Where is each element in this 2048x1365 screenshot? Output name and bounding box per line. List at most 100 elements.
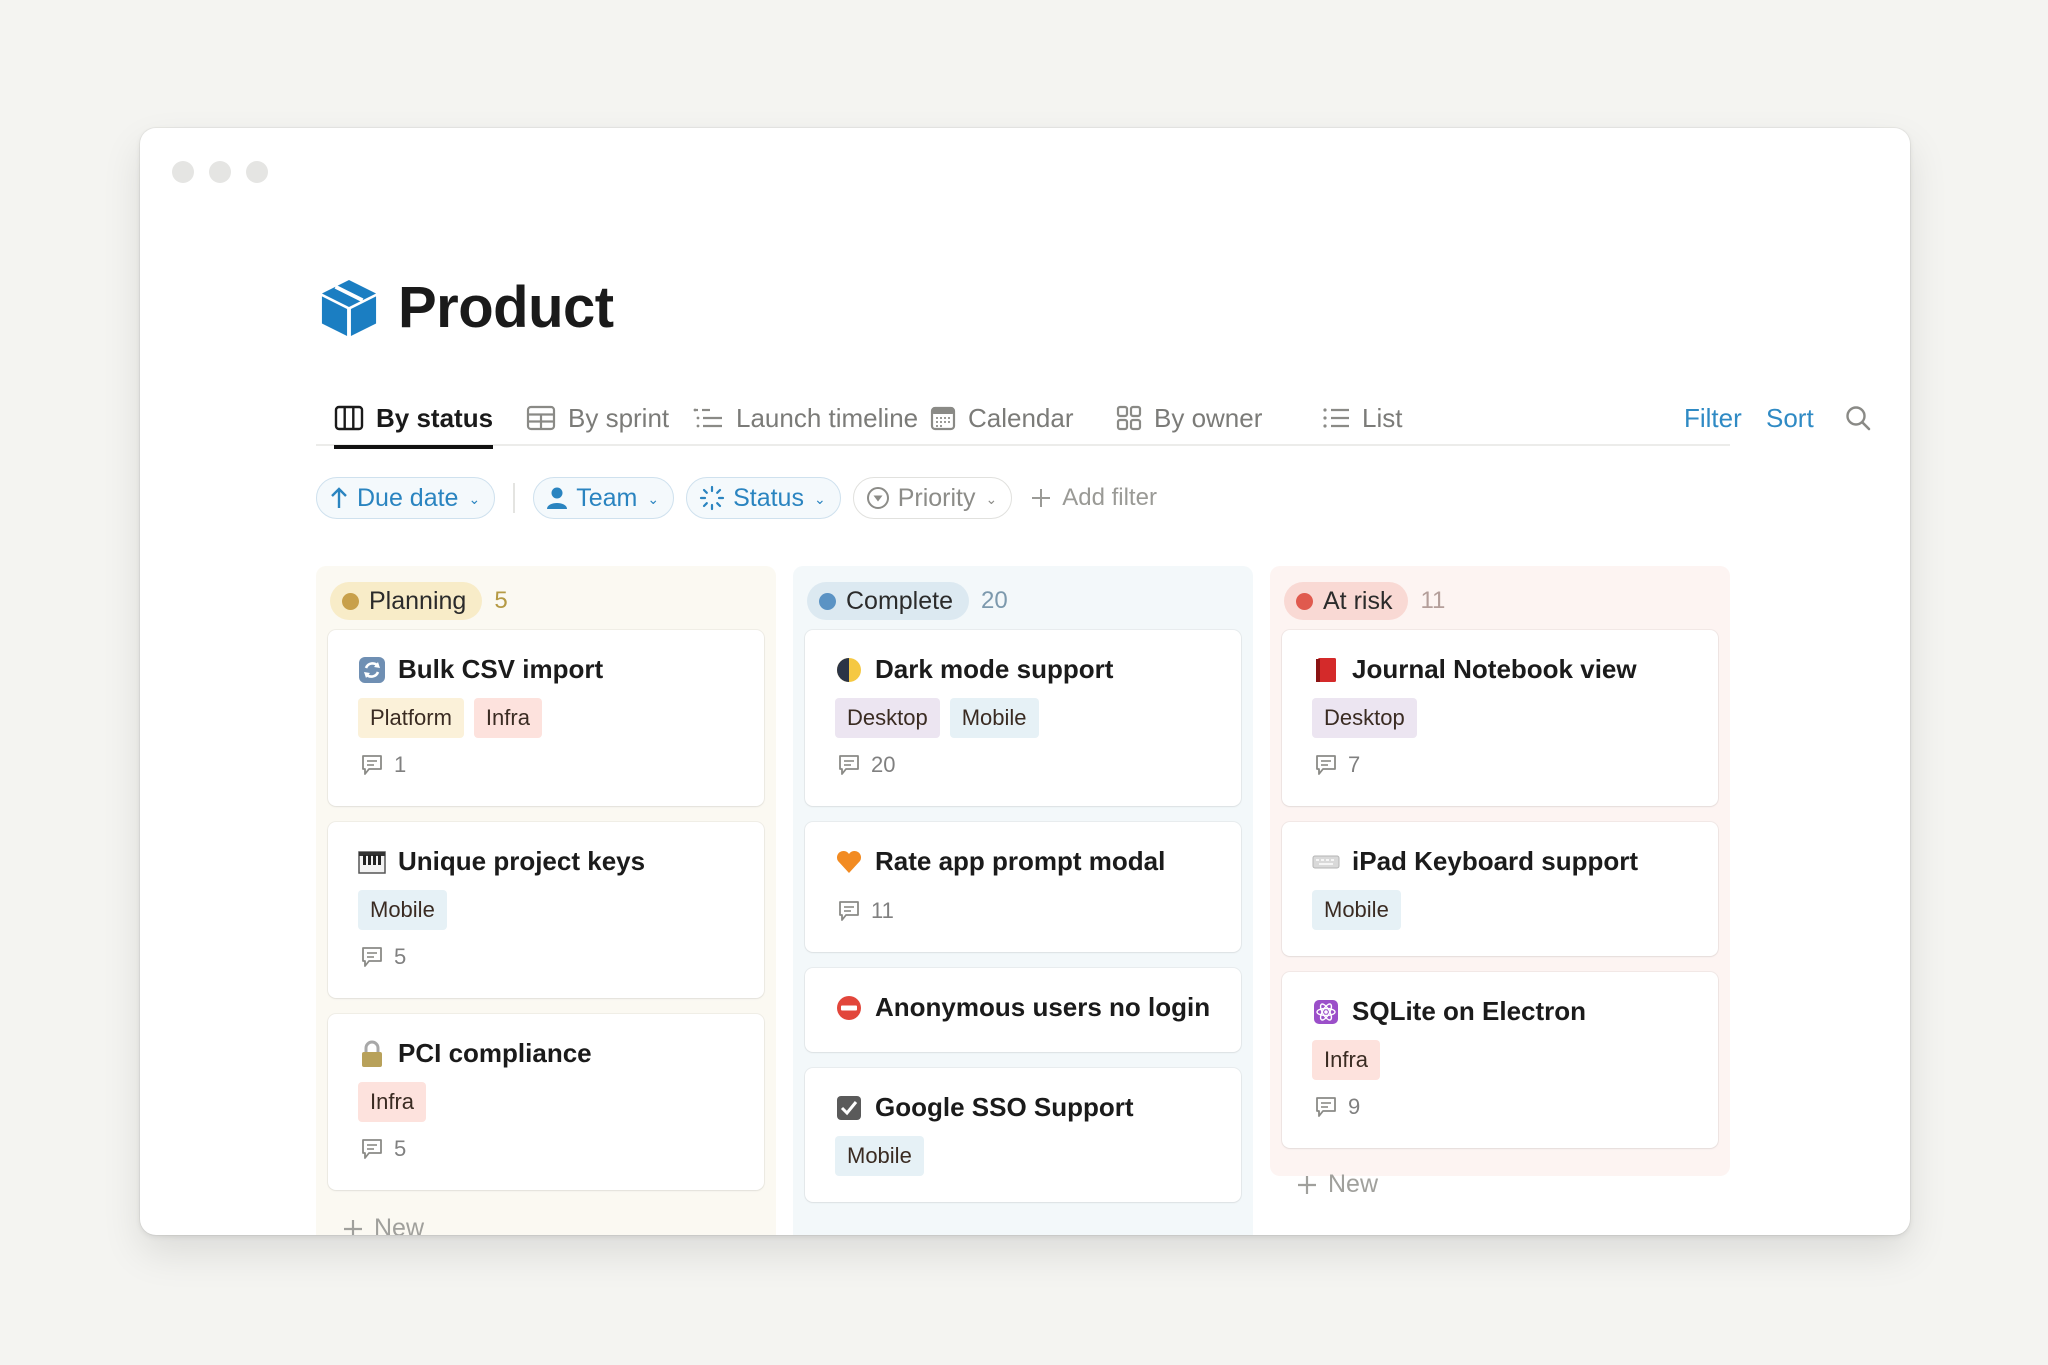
comment-count-value: 5 bbox=[394, 1136, 407, 1161]
comment-icon bbox=[362, 947, 382, 967]
card-dark-mode-support[interactable]: Dark mode support Desktop Mobile 20 bbox=[805, 630, 1241, 806]
card-title: PCI compliance bbox=[398, 1038, 592, 1068]
arrows-cycle-icon bbox=[358, 656, 386, 684]
card-title: Unique project keys bbox=[398, 846, 646, 876]
atom-icon bbox=[1312, 998, 1340, 1026]
priority-filter-chip[interactable]: Priority ⌄ bbox=[852, 477, 1013, 519]
chevron-down-icon: ⌄ bbox=[468, 490, 481, 507]
card-title: Dark mode support bbox=[875, 654, 1114, 684]
tag-mobile: Mobile bbox=[1312, 890, 1401, 930]
card-sqlite-on-electron[interactable]: SQLite on Electron Infra 9 bbox=[1282, 972, 1718, 1148]
page-title: Product bbox=[398, 275, 614, 340]
comment-icon bbox=[362, 755, 382, 775]
tag-infra: Infra bbox=[358, 1082, 427, 1122]
new-card-button[interactable]: New bbox=[1296, 1170, 1378, 1199]
maximize-window-button[interactable] bbox=[246, 161, 268, 183]
card-tags: Desktop Mobile bbox=[835, 698, 1039, 738]
comment-count-value: 20 bbox=[871, 752, 896, 777]
card-journal-notebook-view[interactable]: Journal Notebook view Desktop 7 bbox=[1282, 630, 1718, 806]
new-card-label: New bbox=[374, 1214, 425, 1235]
column-name: Complete bbox=[846, 586, 953, 615]
new-card-button[interactable]: New bbox=[819, 1232, 901, 1235]
card-title-row: SQLite on Electron bbox=[1312, 996, 1586, 1027]
new-card-label: New bbox=[851, 1232, 901, 1235]
column-header: At risk 11 bbox=[1284, 582, 1445, 620]
tab-label: By sprint bbox=[568, 402, 670, 433]
plus-icon bbox=[1032, 489, 1051, 507]
tag-desktop: Desktop bbox=[835, 698, 940, 738]
card-tags: Mobile bbox=[358, 890, 447, 930]
plus-icon bbox=[1298, 1175, 1316, 1194]
tab-list[interactable]: List bbox=[1322, 390, 1402, 446]
minimize-window-button[interactable] bbox=[209, 161, 231, 183]
column-header: Planning 5 bbox=[330, 582, 508, 620]
card-ipad-keyboard-support[interactable]: iPad Keyboard support Mobile bbox=[1282, 822, 1718, 956]
tag-platform: Platform bbox=[358, 698, 464, 738]
status-spinner-icon bbox=[699, 485, 725, 511]
column-name: Planning bbox=[369, 586, 467, 615]
tab-by-sprint[interactable]: By sprint bbox=[526, 390, 669, 446]
filter-divider bbox=[513, 483, 516, 513]
chevron-down-icon: ⌄ bbox=[647, 490, 660, 507]
column-header: Complete 20 bbox=[807, 582, 1008, 620]
board-column-at-risk: At risk 11 Journal Notebook view Desktop… bbox=[1270, 566, 1730, 1198]
tab-by-status[interactable]: By status bbox=[334, 390, 494, 449]
view-tabs: By status By sprint Launch timeline Cale… bbox=[316, 390, 1871, 449]
comment-count-value: 11 bbox=[871, 898, 894, 923]
comment-count: 1 bbox=[360, 752, 406, 778]
tab-label: Calendar bbox=[968, 402, 1074, 433]
close-window-button[interactable] bbox=[172, 161, 194, 183]
add-filter-button[interactable]: Add filter bbox=[1030, 484, 1157, 512]
column-count: 20 bbox=[981, 587, 1008, 614]
card-title-row: Google SSO Support bbox=[835, 1092, 1134, 1123]
card-rate-app-prompt-modal[interactable]: Rate app prompt modal 11 bbox=[805, 822, 1241, 952]
board-column-planning: Planning 5 Bulk CSV import Platform Infr… bbox=[316, 566, 776, 1235]
tab-by-owner[interactable]: By owner bbox=[1116, 390, 1262, 446]
tag-infra: Infra bbox=[473, 698, 542, 738]
status-filter-chip[interactable]: Status ⌄ bbox=[686, 477, 841, 519]
card-title-row: PCI compliance bbox=[358, 1038, 592, 1069]
plus-icon bbox=[344, 1219, 362, 1235]
status-pill[interactable]: Planning bbox=[330, 582, 483, 620]
column-count: 5 bbox=[494, 587, 508, 614]
card-tags: Infra bbox=[358, 1082, 427, 1122]
board-columns-icon bbox=[334, 405, 364, 431]
arrow-up-icon bbox=[331, 487, 347, 508]
comment-count: 11 bbox=[837, 898, 894, 924]
card-google-sso-support[interactable]: Google SSO Support Mobile bbox=[805, 1068, 1241, 1202]
card-bulk-csv-import[interactable]: Bulk CSV import Platform Infra 1 bbox=[328, 630, 764, 806]
due-date-sort-chip[interactable]: Due date ⌄ bbox=[316, 477, 496, 519]
status-pill[interactable]: At risk bbox=[1284, 582, 1409, 620]
status-pill[interactable]: Complete bbox=[807, 582, 969, 620]
tab-label: By owner bbox=[1154, 402, 1263, 433]
filter-bar: Due date ⌄ Team ⌄ Status ⌄ Priority ⌄ Ad… bbox=[316, 476, 1157, 520]
chip-label: Priority bbox=[897, 483, 976, 512]
comment-icon bbox=[362, 1139, 382, 1159]
person-icon bbox=[547, 487, 568, 509]
no-entry-icon bbox=[835, 994, 863, 1022]
page-header: Product bbox=[320, 274, 614, 341]
calendar-icon bbox=[930, 406, 956, 431]
package-box-icon[interactable] bbox=[320, 278, 378, 338]
card-tags: Platform Infra bbox=[358, 698, 542, 738]
filter-button[interactable]: Filter bbox=[1684, 390, 1742, 446]
comment-count-value: 9 bbox=[1348, 1094, 1361, 1119]
card-pci-compliance[interactable]: PCI compliance Infra 5 bbox=[328, 1014, 764, 1190]
priority-circle-icon bbox=[866, 487, 889, 509]
comment-count: 5 bbox=[360, 1136, 406, 1162]
search-icon bbox=[1846, 406, 1871, 431]
chevron-down-icon: ⌄ bbox=[985, 490, 998, 507]
new-card-button[interactable]: New bbox=[342, 1214, 424, 1235]
card-unique-project-keys[interactable]: Unique project keys Mobile 5 bbox=[328, 822, 764, 998]
team-filter-chip[interactable]: Team ⌄ bbox=[533, 477, 675, 519]
card-anonymous-users-no-login[interactable]: Anonymous users no login bbox=[805, 968, 1241, 1052]
sort-button[interactable]: Sort bbox=[1766, 390, 1814, 446]
status-dot bbox=[819, 592, 836, 610]
comment-count-value: 7 bbox=[1348, 752, 1361, 777]
tab-calendar[interactable]: Calendar bbox=[930, 390, 1074, 446]
tab-launch-timeline[interactable]: Launch timeline bbox=[692, 390, 918, 446]
tab-label: Launch timeline bbox=[736, 402, 919, 433]
card-title-row: iPad Keyboard support bbox=[1312, 846, 1638, 877]
search-button[interactable] bbox=[1844, 390, 1872, 446]
tab-label: By status bbox=[376, 402, 494, 433]
